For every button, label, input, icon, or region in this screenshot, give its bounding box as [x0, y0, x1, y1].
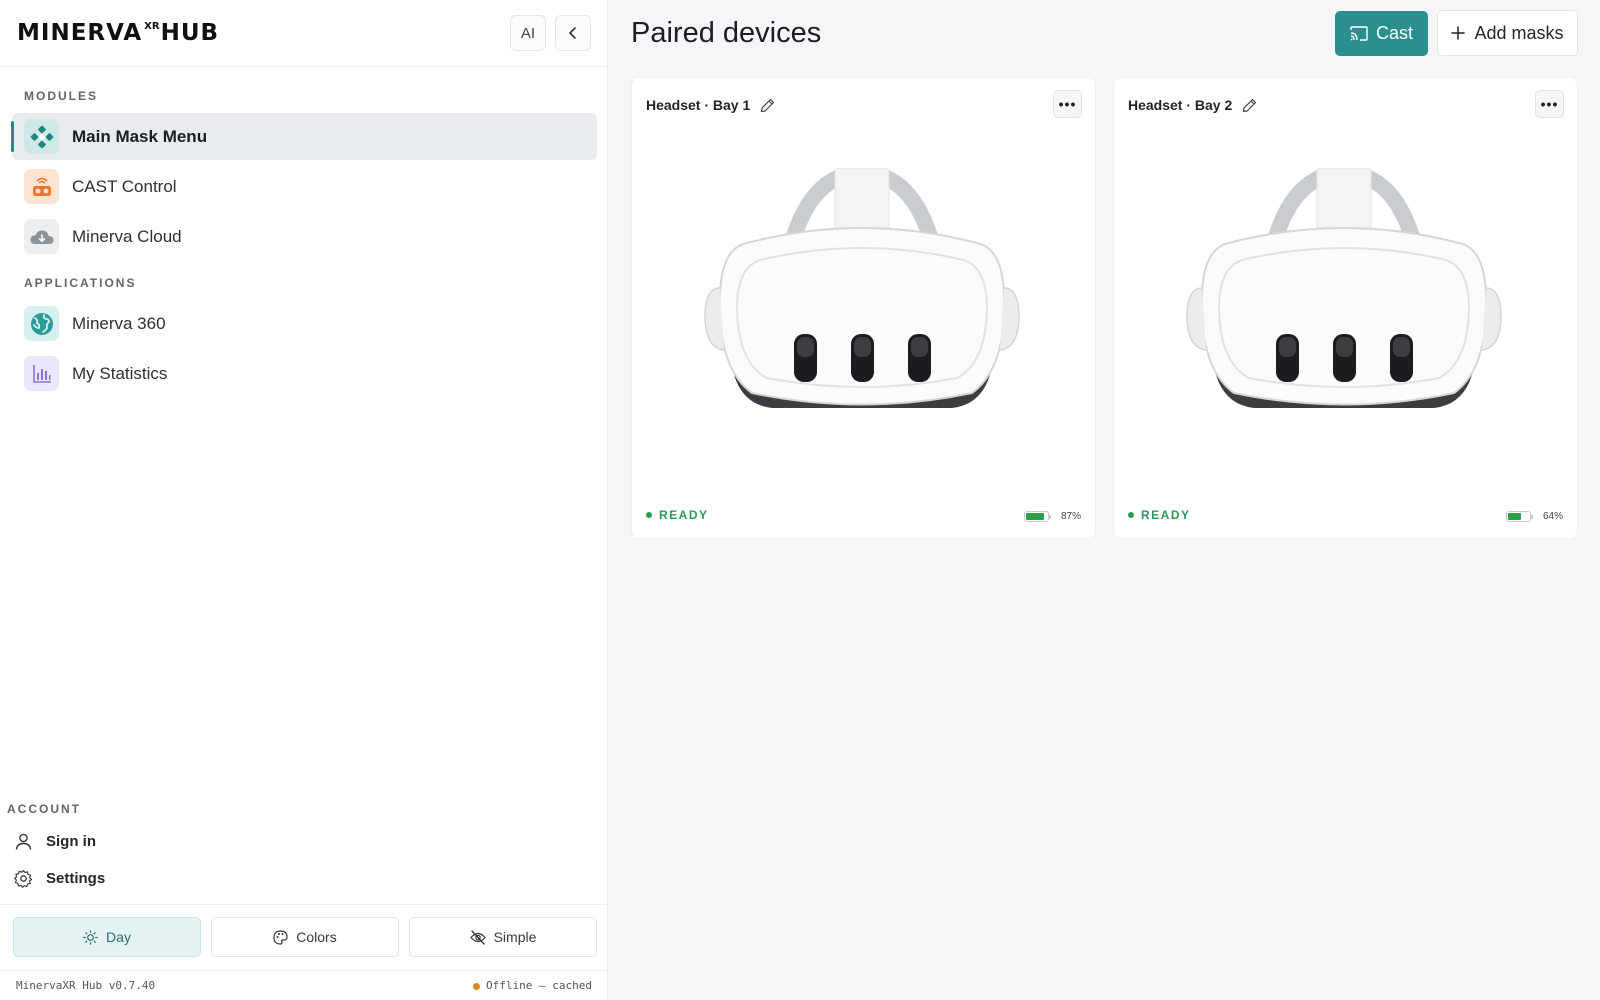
sidebar-header: MINERVA XR HUB AI [0, 0, 608, 67]
battery-percent: 87% [1060, 511, 1081, 522]
mask-menu-icon [24, 119, 59, 154]
device-status-label: READY [1141, 508, 1191, 522]
edit-pencil-icon[interactable] [760, 98, 775, 113]
nav-item-cast-control[interactable]: CAST Control [12, 163, 597, 210]
palette-icon [273, 929, 288, 945]
logo-tail: HUB [160, 20, 220, 46]
nav-label: My Statistics [72, 363, 168, 383]
offline-dot-icon [473, 982, 481, 990]
battery-icon [1023, 511, 1051, 522]
cloud-download-icon [24, 219, 59, 254]
nav-label: Minerva 360 [72, 313, 166, 333]
battery-indicator: 64% [1505, 511, 1563, 522]
cast-button-label: Cast [1375, 23, 1413, 43]
plus-icon [1451, 26, 1466, 40]
bar-chart-icon [24, 356, 59, 391]
mode-simple-button[interactable]: Simple [409, 917, 597, 957]
device-status-label: READY [659, 508, 709, 522]
applications-section-label: APPLICATIONS [24, 276, 137, 290]
logo-main: MINERVA [17, 20, 143, 46]
more-options-button[interactable]: ••• [1535, 90, 1564, 118]
version-text: MinervaXR Hub v0.7.40 [16, 979, 156, 992]
nav-item-minerva-cloud[interactable]: Minerva Cloud [12, 213, 597, 260]
divider [0, 904, 608, 905]
battery-indicator: 87% [1023, 511, 1081, 522]
ellipsis-icon: ••• [1058, 96, 1077, 112]
cast-icon [1350, 26, 1368, 41]
settings-item[interactable]: Settings [14, 869, 105, 888]
mode-day-label: Day [106, 929, 131, 945]
mode-simple-label: Simple [493, 929, 537, 945]
vr-headset-image [1186, 168, 1502, 408]
device-title: Headset · Bay 2 [1128, 97, 1257, 113]
nav-item-minerva-360[interactable]: Minerva 360 [12, 300, 597, 347]
app-logo[interactable]: MINERVA XR HUB [17, 20, 219, 46]
sidebar-footer: MinervaXR Hub v0.7.40 Offline — cached [0, 970, 608, 1000]
page-title: Paired devices [631, 17, 822, 49]
nav-item-main-mask-menu[interactable]: Main Mask Menu [11, 113, 597, 160]
ellipsis-icon: ••• [1540, 96, 1559, 112]
battery-fill [1025, 513, 1045, 520]
logo-superscript: XR [144, 21, 160, 32]
gear-icon [14, 869, 33, 888]
edit-pencil-icon[interactable] [1242, 98, 1257, 113]
mode-colors-label: Colors [296, 929, 337, 945]
vr-headset-image [704, 168, 1020, 408]
status-dot-icon [1128, 512, 1134, 518]
cast-button[interactable]: Cast [1335, 11, 1428, 56]
modules-section-label: MODULES [24, 89, 98, 103]
connection-status: Offline — cached [473, 979, 592, 992]
account-section-label: ACCOUNT [7, 802, 81, 816]
ai-button-label: AI [520, 24, 536, 42]
device-card[interactable]: Headset · Bay 1 ••• READY 87% [631, 77, 1096, 539]
settings-label: Settings [46, 870, 106, 887]
sign-in-item[interactable]: Sign in [14, 832, 96, 851]
device-status: READY [1128, 508, 1191, 522]
device-name: Headset · Bay 1 [646, 97, 751, 113]
device-title: Headset · Bay 1 [646, 97, 775, 113]
device-name: Headset · Bay 2 [1128, 97, 1233, 113]
ai-button[interactable]: AI [510, 15, 546, 51]
sign-in-label: Sign in [46, 833, 96, 850]
battery-icon [1505, 511, 1533, 522]
mode-colors-button[interactable]: Colors [211, 917, 399, 957]
eye-off-icon [469, 929, 486, 945]
connection-status-label: Offline — cached [486, 979, 592, 992]
display-mode-group: Day Colors Simple [13, 917, 597, 957]
sun-icon [83, 929, 98, 945]
nav-label: Minerva Cloud [72, 226, 182, 246]
globe-icon [24, 306, 59, 341]
device-card[interactable]: Headset · Bay 2 ••• READY 64% [1113, 77, 1578, 539]
add-masks-button[interactable]: Add masks [1437, 10, 1578, 56]
battery-fill [1507, 513, 1522, 520]
sidebar: MINERVA XR HUB AI MODULES Main Mask Menu… [0, 0, 608, 1000]
nav-label: CAST Control [72, 176, 177, 196]
battery-percent: 64% [1542, 511, 1563, 522]
user-icon [15, 833, 32, 850]
add-masks-label: Add masks [1474, 22, 1564, 43]
nav-label: Main Mask Menu [72, 126, 208, 146]
collapse-sidebar-button[interactable] [555, 15, 591, 51]
device-status: READY [646, 508, 709, 522]
more-options-button[interactable]: ••• [1053, 90, 1082, 118]
cast-control-icon [24, 169, 59, 204]
mode-day-button[interactable]: Day [13, 917, 201, 957]
status-dot-icon [646, 512, 652, 518]
chevron-left-icon [569, 27, 576, 39]
nav-item-my-statistics[interactable]: My Statistics [12, 350, 597, 397]
